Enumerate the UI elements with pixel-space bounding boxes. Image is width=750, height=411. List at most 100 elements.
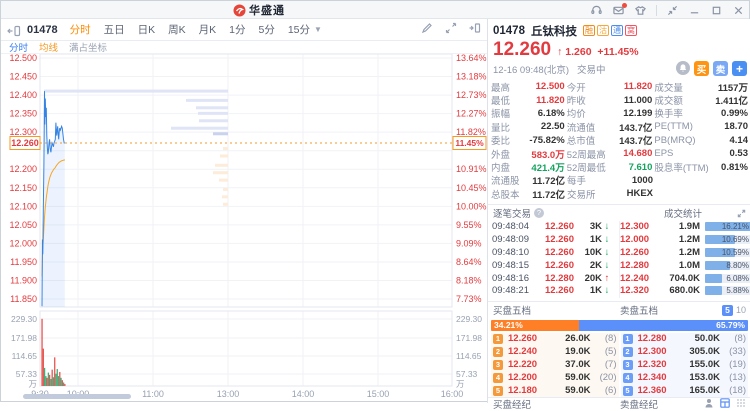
quote-row: 量比 22.50 流通值 143.7亿 PE(TTM) 18.70 (491, 120, 748, 134)
tab-15分[interactable]: 15分 (288, 22, 310, 37)
svg-text:10.45%: 10.45% (456, 183, 487, 193)
stats-row[interactable]: 12.320 680.0K 5.88% (620, 285, 750, 298)
quote-row: 委比 -75.82% 总市值 143.7亿 PB(MRQ) 4.14 (491, 134, 748, 148)
quote-field: 52周最高 14.680 (567, 147, 653, 161)
sidebar-toggle-icon[interactable] (7, 24, 21, 36)
bid-level-row[interactable]: 1 12.260 26.0K (8) (491, 332, 619, 346)
chart-canvas[interactable]: 12.500 13.64% 12.450 13.18% 12.400 12.73% 12.3… (1, 53, 487, 403)
svg-text:12.450: 12.450 (9, 72, 37, 82)
stats-row[interactable]: 12.260 1.2M 10.59% (620, 246, 750, 259)
tick-row[interactable]: 09:48:09 12.260 1K ↓ (488, 233, 616, 246)
alert-bell-icon[interactable] (676, 61, 690, 75)
ask-level-row[interactable]: 4 12.340 153.0K (13) (620, 371, 748, 385)
tab-1分[interactable]: 1分 (229, 22, 245, 37)
subtab-均线[interactable]: 均线 (39, 40, 58, 54)
ask-level-row[interactable]: 5 12.360 165.0K (18) (620, 384, 748, 397)
toolbar-stock-code: 01478 (27, 23, 58, 36)
subtab-满占坐标[interactable]: 满占坐标 (69, 40, 107, 54)
subtab-分时[interactable]: 分时 (9, 40, 28, 54)
tab-五日[interactable]: 五日 (104, 22, 125, 37)
bid-level-row[interactable]: 4 12.200 59.0K (20) (491, 371, 619, 385)
mail-badge (622, 2, 627, 8)
quote-value: 1000 (631, 174, 653, 186)
svg-text:11.45%: 11.45% (455, 138, 484, 148)
bid-brokers-tab[interactable]: 买盘经纪 (493, 397, 620, 411)
maximize-icon[interactable] (710, 4, 723, 17)
quote-field: 股息率(TTM) 0.81% (654, 160, 748, 175)
broker-table-icon[interactable] (720, 398, 730, 411)
quote-value: -75.82% (529, 134, 565, 146)
stats-pct: 10.69% (721, 235, 749, 245)
svg-text:14:00: 14:00 (292, 389, 315, 399)
intraday-chart[interactable]: 12.500 13.64% 12.450 13.18% 12.400 12.73% 12.3… (1, 53, 487, 403)
quote-value: 143.7亿 (619, 136, 653, 148)
add-watchlist-button[interactable]: + (732, 61, 747, 76)
bid-level-row[interactable]: 5 12.180 59.0K (6) (491, 384, 619, 397)
stats-price: 12.320 (620, 285, 650, 297)
help-icon[interactable]: ? (534, 207, 545, 218)
quote-value: 11.820 (623, 81, 653, 93)
arrow-down-icon: ↓ (604, 247, 610, 258)
ask-level-row[interactable]: 1 12.280 50.0K (8) (620, 332, 748, 346)
theme-skin-icon[interactable] (634, 4, 647, 17)
toggle-5-levels[interactable]: 5 (721, 304, 733, 316)
huasheng-app-window: { "window": { "logo_text": "华盛通" }, "too… (0, 0, 750, 411)
level-order-count: (6) (604, 385, 617, 397)
broker-grid-dots-icon[interactable] (736, 398, 746, 411)
quote-row: 内盘 421.4万 52周最低 7.610 股息率(TTM) 0.81% (491, 160, 748, 175)
quote-row: 振幅 6.18% 均价 12.199 换手率 0.99% (491, 107, 748, 121)
tick-row[interactable]: 09:48:15 12.260 2K ↓ (488, 259, 616, 272)
buy-button[interactable]: 买 (694, 61, 709, 76)
quote-label: 均价 (566, 109, 586, 121)
quote-label: 昨收 (566, 96, 586, 108)
add-panel-icon[interactable] (469, 21, 481, 39)
quote-label: 量比 (491, 122, 511, 134)
stats-row[interactable]: 12.280 1.0M 8.80% (620, 259, 750, 272)
quote-label: 流通值 (566, 122, 596, 134)
stats-row[interactable]: 12.240 704.0K 6.08% (620, 272, 750, 285)
arrow-down-icon: ↓ (604, 285, 610, 297)
tab-月K[interactable]: 月K (199, 22, 217, 37)
draw-tools-icon[interactable] (421, 21, 433, 39)
quote-label: 内盘 (491, 163, 511, 175)
toggle-10-levels[interactable]: 10 (736, 305, 746, 315)
level-price: 12.300 (637, 346, 667, 358)
mail-icon[interactable] (612, 2, 627, 17)
level-order-count: (20) (599, 372, 617, 384)
tab-周K[interactable]: 周K (168, 22, 186, 37)
bid-level-row[interactable]: 2 12.240 19.0K (5) (491, 345, 619, 359)
svg-text:16:00: 16:00 (441, 389, 464, 399)
expand-stats-icon[interactable] (737, 209, 746, 221)
minimize-icon[interactable] (688, 4, 701, 17)
ask-ratio: 65.79% (578, 319, 748, 331)
level-volume: 59.0K (565, 385, 591, 397)
ask-level-row[interactable]: 2 12.300 305.0K (33) (620, 345, 748, 359)
stats-row[interactable]: 12.000 1.2M 10.69% (620, 233, 750, 246)
tick-row[interactable]: 09:48:10 12.260 10K ↓ (488, 246, 616, 259)
level-badge: 1 (493, 333, 503, 344)
svg-text:171.98: 171.98 (456, 333, 482, 343)
ask-brokers-tab[interactable]: 卖盘经纪 (620, 397, 704, 411)
tick-row[interactable]: 09:48:21 12.260 1K ↓ (488, 285, 616, 298)
broker-person-icon[interactable] (704, 398, 714, 411)
fullscreen-icon[interactable] (445, 21, 457, 39)
tick-row[interactable]: 09:48:04 12.260 3K ↓ (488, 221, 616, 234)
close-icon[interactable] (732, 4, 745, 17)
tick-panel-title: 逐笔交易 (493, 208, 532, 220)
stats-row[interactable]: 12.300 1.9M 16.21% (620, 221, 750, 234)
support-headset-icon[interactable] (590, 4, 603, 17)
chart-scrollbar[interactable] (23, 394, 131, 399)
tick-row[interactable]: 09:48:16 12.280 20K ↑ (488, 272, 616, 285)
ask-level-row[interactable]: 3 12.320 155.0K (19) (620, 358, 748, 372)
bid-ratio: 34.21% (491, 319, 579, 331)
tab-分时[interactable]: 分时 (70, 22, 91, 37)
tab-日K[interactable]: 日K (138, 22, 156, 37)
chevron-down-icon[interactable]: ▼ (314, 25, 322, 34)
tab-5分[interactable]: 5分 (258, 22, 274, 37)
sell-button[interactable]: 卖 (713, 61, 728, 76)
stats-volume: 680.0K (669, 285, 700, 297)
stock-code: 01478 (493, 24, 525, 37)
quote-label: 每手 (567, 176, 587, 188)
shrink-window-icon[interactable] (666, 4, 679, 17)
bid-level-row[interactable]: 3 12.220 37.0K (7) (491, 358, 619, 372)
